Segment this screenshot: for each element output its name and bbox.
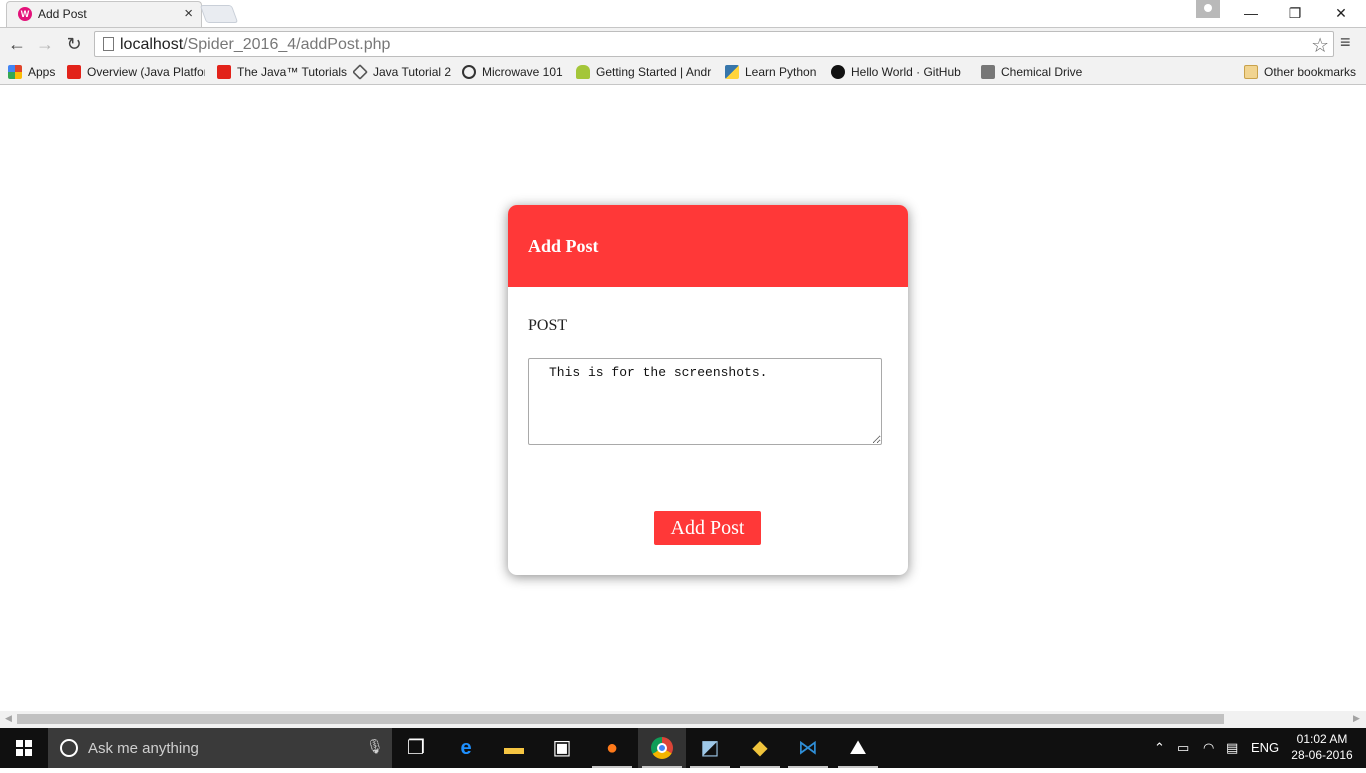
add-post-card: Add Post POST This is for the screenshot… [508, 205, 908, 575]
bookmark-android-getting-started[interactable]: Getting Started | Andr [576, 63, 712, 81]
system-clock[interactable]: 01:02 AM 28-06-2016 [1288, 731, 1356, 763]
cortana-icon [60, 739, 78, 757]
restore-button[interactable]: ❐ [1272, 2, 1318, 24]
other-bookmarks[interactable]: Other bookmarks [1244, 63, 1356, 81]
clock-date: 28-06-2016 [1291, 748, 1353, 762]
oracle-icon [217, 65, 231, 79]
github-icon [831, 65, 845, 79]
oracle-icon [67, 65, 81, 79]
profile-avatar-icon[interactable] [1196, 0, 1220, 18]
wifi-icon[interactable]: ◠ [1203, 728, 1214, 768]
clock-time: 01:02 AM [1296, 732, 1348, 746]
scroll-left-icon[interactable]: ◀ [5, 713, 12, 724]
bookmark-chemical-drive[interactable]: Chemical Drive [981, 63, 1082, 81]
bookmark-learn-python[interactable]: Learn Python [725, 63, 816, 81]
chrome-menu-icon[interactable]: ≡ [1340, 32, 1351, 53]
bookmark-java-tutorial-2[interactable]: Java Tutorial 2 [353, 63, 451, 81]
apps-grid-icon [8, 65, 22, 79]
visual-studio-code-icon[interactable]: ⋈ [784, 728, 832, 768]
card-header: Add Post [508, 205, 908, 287]
task-view-icon[interactable]: ❐ [392, 728, 440, 768]
diamond-icon [353, 64, 368, 80]
folder-icon [1244, 65, 1258, 79]
close-window-button[interactable]: ✕ [1318, 2, 1364, 24]
cortana-search-box[interactable]: Ask me anything 🎙 [48, 728, 392, 768]
git-gui-icon[interactable]: ◆ [736, 728, 784, 768]
start-button[interactable] [0, 728, 48, 768]
url-text: localhost/Spider_2016_4/addPost.php [120, 36, 391, 53]
forward-button[interactable]: → [34, 33, 56, 55]
globe-icon [462, 65, 476, 79]
bookmark-java-tutorials[interactable]: The Java™ Tutorials [217, 63, 347, 81]
chrome-icon[interactable] [638, 728, 686, 768]
wamp-favicon-icon: W [18, 7, 32, 21]
scrollbar-thumb[interactable] [17, 714, 1224, 724]
bookmark-apps[interactable]: Apps [8, 63, 55, 81]
minimize-button[interactable]: — [1228, 2, 1274, 24]
windows-logo-icon [16, 740, 32, 756]
address-bar[interactable]: localhost/Spider_2016_4/addPost.php ☆ [94, 31, 1334, 57]
action-center-icon[interactable]: ▤ [1226, 728, 1238, 768]
browser-title-bar: W Add Post × — ❐ ✕ [0, 0, 1366, 27]
browser-tab[interactable]: W Add Post × [6, 1, 202, 27]
new-tab-button[interactable] [199, 5, 239, 23]
drive-folder-icon [981, 65, 995, 79]
firefox-icon[interactable]: ● [588, 728, 636, 768]
bookmark-microwave-101[interactable]: Microwave 101 [462, 63, 563, 81]
page-icon [103, 37, 114, 51]
add-post-button[interactable]: Add Post [654, 511, 761, 545]
bookmarks-bar: Apps Overview (Java Platfor The Java™ Tu… [0, 59, 1366, 85]
horizontal-scrollbar[interactable]: ◀ ▶ [0, 711, 1366, 728]
windows-taskbar: Ask me anything 🎙 ❐ e ▬ ▣ ● ◩ ◆ ⋈ ⛰ ⌃ ▭ … [0, 728, 1366, 768]
back-button[interactable]: ← [6, 33, 28, 55]
bookmark-github-hello-world[interactable]: Hello World · GitHub [831, 63, 969, 81]
notepad-icon[interactable]: ◩ [686, 728, 734, 768]
post-field-label: POST [528, 317, 568, 334]
bookmark-star-icon[interactable]: ☆ [1311, 33, 1329, 58]
tab-title: Add Post [38, 7, 87, 21]
scroll-right-icon[interactable]: ▶ [1353, 713, 1360, 724]
python-icon [725, 65, 739, 79]
bookmark-java-overview[interactable]: Overview (Java Platfor [67, 63, 205, 81]
file-explorer-icon[interactable]: ▬ [490, 728, 538, 768]
store-icon[interactable]: ▣ [538, 728, 586, 768]
edge-browser-icon[interactable]: e [442, 728, 490, 768]
android-icon [576, 65, 590, 79]
microphone-icon[interactable]: 🎙 [366, 738, 384, 755]
tab-close-icon[interactable]: × [184, 5, 193, 22]
post-textarea[interactable]: This is for the screenshots. [528, 358, 882, 445]
reload-button[interactable]: ↻ [63, 33, 85, 55]
page-title: Add Post [528, 236, 599, 256]
show-hidden-icons[interactable]: ⌃ [1154, 728, 1165, 768]
input-language[interactable]: ENG [1251, 728, 1279, 768]
battery-icon[interactable]: ▭ [1177, 728, 1189, 768]
photos-icon[interactable]: ⛰ [834, 728, 882, 768]
browser-toolbar: ← → ↻ localhost/Spider_2016_4/addPost.ph… [0, 27, 1366, 59]
search-placeholder: Ask me anything [88, 740, 199, 757]
